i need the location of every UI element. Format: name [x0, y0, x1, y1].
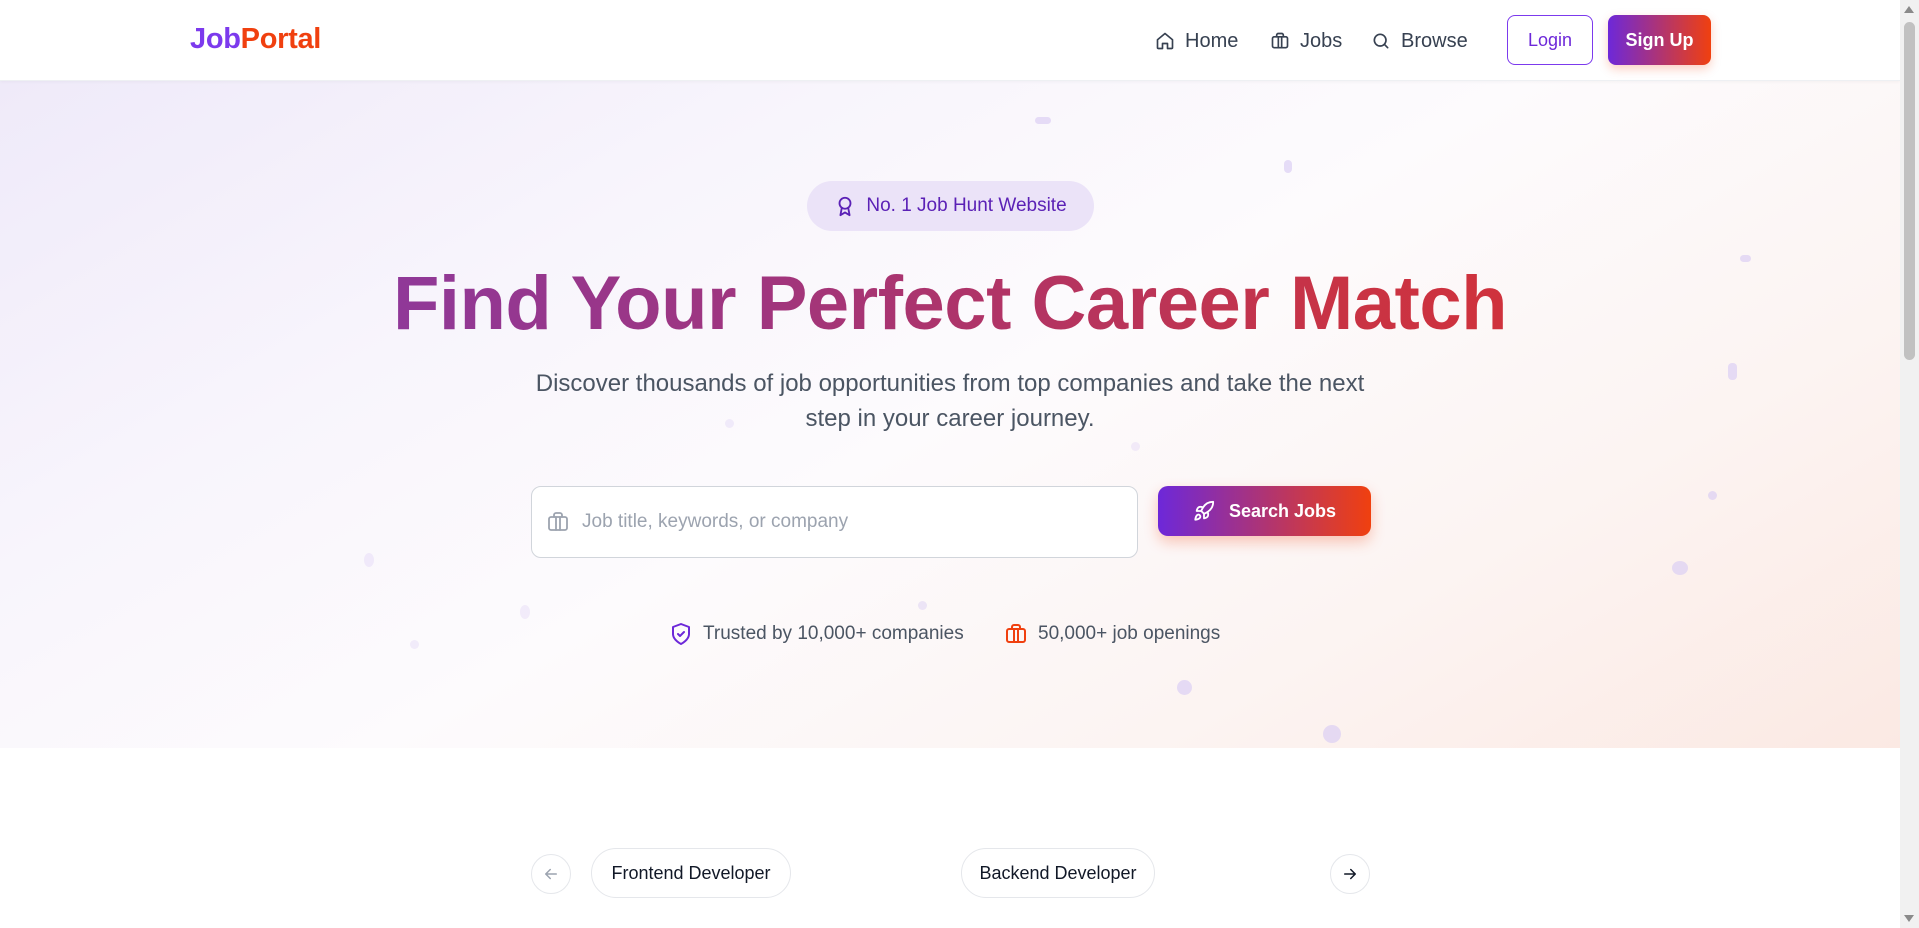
search-jobs-button[interactable]: Search Jobs [1158, 486, 1371, 536]
nav-home-link[interactable]: Home [1155, 26, 1238, 56]
briefcase-icon [548, 512, 568, 531]
hero-badge-label: No. 1 Job Hunt Website [866, 195, 1067, 216]
scroll-up-arrow-icon[interactable] [1904, 6, 1914, 13]
briefcase-icon [1006, 624, 1026, 643]
decorative-dot [410, 640, 419, 649]
scroll-down-arrow-icon[interactable] [1904, 915, 1914, 922]
search-field[interactable] [531, 486, 1138, 558]
vertical-scrollbar[interactable] [1900, 0, 1919, 928]
shield-check-icon [672, 623, 690, 645]
nav-jobs-label: Jobs [1300, 29, 1343, 52]
decorative-dot [1131, 442, 1140, 451]
hero-subtitle: Discover thousands of job opportunities … [535, 370, 1365, 432]
briefcase-icon [1271, 32, 1289, 49]
decorative-dot [1323, 725, 1341, 743]
login-button[interactable]: Login [1507, 15, 1593, 65]
search-input[interactable] [582, 511, 1122, 533]
logo[interactable]: JobPortal [190, 23, 321, 56]
arrow-left-icon [545, 868, 557, 880]
signup-button[interactable]: Sign Up [1608, 15, 1711, 65]
hero-badge: No. 1 Job Hunt Website [807, 181, 1094, 231]
search-jobs-label: Search Jobs [1228, 500, 1337, 521]
nav-jobs-link[interactable]: Jobs [1270, 26, 1342, 56]
nav-browse-link[interactable]: Browse [1371, 26, 1468, 56]
trust-openings-label: 50,000+ job openings [1038, 623, 1221, 644]
decorative-dot [1672, 561, 1688, 575]
logo-part-portal: Portal [240, 23, 322, 55]
hero-section: No. 1 Job Hunt Website Find Your Perfect… [0, 81, 1900, 748]
decorative-dot [918, 601, 927, 610]
logo-part-job: Job [190, 23, 241, 55]
navbar: JobPortal Home Jobs Browse Login Sign Up [0, 0, 1900, 81]
carousel-next-button[interactable] [1330, 854, 1370, 894]
home-icon [1156, 32, 1174, 50]
decorative-dot [1284, 160, 1292, 173]
trust-openings: 50,000+ job openings [1004, 619, 1220, 649]
decorative-dot [1708, 491, 1717, 500]
decorative-dot [1035, 117, 1051, 124]
page: JobPortal Home Jobs Browse Login Sign Up [0, 0, 1900, 928]
rocket-icon [1194, 500, 1215, 521]
decorative-dot [520, 605, 530, 619]
category-chip[interactable]: Backend Developer [961, 848, 1155, 898]
arrow-right-icon [1344, 868, 1356, 880]
search-icon [1373, 33, 1389, 49]
nav-browse-label: Browse [1401, 29, 1468, 52]
trust-companies: Trusted by 10,000+ companies [669, 619, 964, 649]
carousel-prev-button[interactable] [531, 854, 571, 894]
decorative-dot [1177, 680, 1192, 695]
nav-home-label: Home [1185, 29, 1239, 52]
scrollbar-thumb[interactable] [1904, 22, 1915, 360]
category-chip[interactable]: Frontend Developer [591, 848, 791, 898]
award-icon [838, 196, 852, 217]
decorative-dot [364, 553, 374, 567]
hero-headline: Find Your Perfect Career Match [0, 259, 1900, 349]
trust-companies-label: Trusted by 10,000+ companies [703, 623, 964, 644]
decorative-dot [1728, 363, 1737, 380]
